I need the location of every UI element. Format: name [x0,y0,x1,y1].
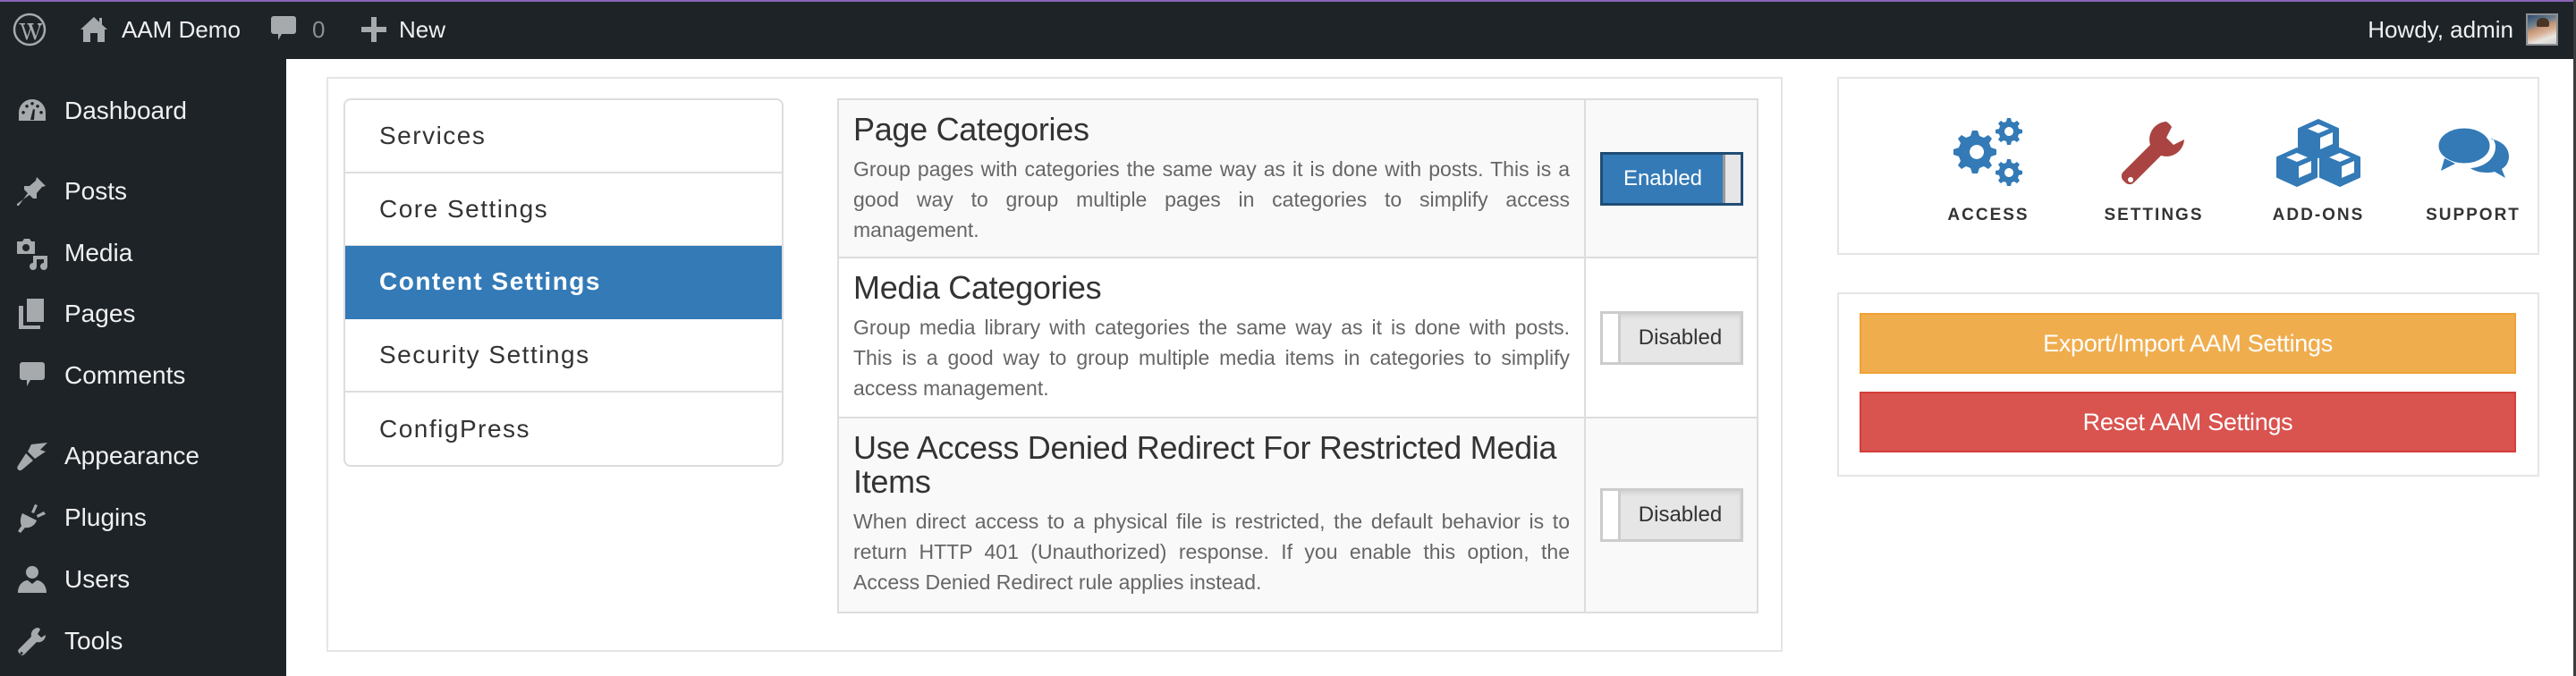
setting-row: Page Categories Group pages with categor… [839,100,1757,258]
sidebar-item-appearance[interactable]: Appearance [0,429,286,483]
tab-services[interactable]: Services [345,100,782,173]
media-categories-toggle[interactable]: Disabled [1599,310,1743,365]
paintbrush-icon [14,438,50,474]
setting-toggle-cell: Disabled [1586,258,1757,417]
setting-description-cell: Media Categories Group media library wit… [839,258,1586,417]
admin-bar: AAM Demo 0 New Howdy, admin [0,0,2576,59]
reset-settings-button[interactable]: Reset AAM Settings [1860,392,2516,452]
toggle-label: Disabled [1638,503,1723,527]
pages-icon [14,296,50,332]
sidebar-label: Posts [64,177,128,205]
comment-icon [14,358,50,393]
toggle-label: Disabled [1638,325,1723,350]
page-categories-toggle[interactable]: Enabled [1599,151,1743,206]
nav-label: SUPPORT [2426,206,2521,224]
sidebar-item-pages[interactable]: Pages [0,287,286,341]
sidebar-label: Plugins [64,503,147,531]
setting-toggle-cell: Enabled [1586,100,1757,257]
avatar [2526,13,2558,46]
toggle-handle [1602,491,1621,539]
wordpress-logo-link[interactable] [12,0,47,59]
setting-description: When direct access to a physical file is… [853,510,1570,594]
setting-title: Media Categories [853,269,1102,306]
sidebar-label: Pages [64,300,136,327]
wordpress-icon [13,13,47,46]
plugin-icon [14,500,50,536]
sidebar-label: Dashboard [64,97,187,124]
comments-link[interactable]: 0 [271,0,325,59]
wrench-icon [2120,113,2188,195]
tab-content-settings[interactable]: Content Settings [345,246,782,319]
site-name-link[interactable]: AAM Demo [79,0,241,59]
setting-description-cell: Use Access Denied Redirect For Restricte… [839,418,1586,612]
toggle-label: Enabled [1623,165,1703,190]
actions-panel: Export/Import AAM Settings Reset AAM Set… [1837,292,2539,477]
comments-count: 0 [312,15,326,43]
gears-icon [1950,113,2027,195]
sidebar-label: Appearance [64,442,200,469]
nav-add-ons[interactable]: ADD-ONS [2238,79,2399,253]
admin-sidebar: Dashboard Posts Media Pages Comments App… [0,59,286,676]
sidebar-item-plugins[interactable]: Plugins [0,491,286,545]
site-name: AAM Demo [122,15,241,43]
export-import-settings-button[interactable]: Export/Import AAM Settings [1860,313,2516,374]
cubes-icon [2275,113,2361,195]
window-top-accent [0,0,2576,2]
setting-description: Group media library with categories the … [853,316,1570,400]
sidebar-item-users[interactable]: Users [0,553,286,606]
nav-label: ACCESS [1947,206,2029,224]
sidebar-label: Users [64,565,131,593]
user-icon [14,562,50,597]
nav-settings[interactable]: SETTINGS [2073,79,2234,253]
sidebar-item-tools[interactable]: Tools [0,614,286,668]
sidebar-item-posts[interactable]: Posts [0,165,286,218]
setting-row: Use Access Denied Redirect For Restricte… [839,418,1757,612]
home-icon [80,17,107,42]
pushpin-icon [14,173,50,209]
plus-icon [361,17,386,42]
settings-tabs: Services Core Settings Content Settings … [343,98,784,467]
setting-description: Group pages with categories the same way… [853,157,1570,241]
greeting: Howdy, admin [2368,15,2513,43]
setting-toggle-cell: Disabled [1586,418,1757,612]
chat-bubbles-icon [2436,113,2511,195]
toggle-handle [1602,313,1621,362]
nav-label: SETTINGS [2104,206,2204,224]
dashboard-icon [14,93,50,129]
nav-support[interactable]: SUPPORT [2402,79,2545,253]
sidebar-label: Comments [64,361,186,389]
setting-row: Media Categories Group media library wit… [839,258,1757,418]
tab-security-settings[interactable]: Security Settings [345,319,782,393]
content-settings-table: Page Categories Group pages with categor… [837,98,1758,613]
sidebar-item-media[interactable]: Media [0,226,286,280]
media-icon [14,235,50,271]
nav-label: ADD-ONS [2272,206,2365,224]
new-content-link[interactable]: New [361,0,445,59]
nav-access[interactable]: ACCESS [1908,79,2069,253]
aam-navigation-panel: ACCESS SETTINGS ADD-ONS SUPPORT [1837,77,2539,255]
access-denied-redirect-toggle[interactable]: Disabled [1599,488,1743,542]
tab-configpress[interactable]: ConfigPress [345,393,782,465]
sidebar-label: Media [64,239,133,266]
sidebar-item-dashboard[interactable]: Dashboard [0,84,286,138]
sidebar-label: Tools [64,627,123,655]
comment-icon [271,16,296,40]
tab-core-settings[interactable]: Core Settings [345,173,782,247]
my-account-link[interactable]: Howdy, admin [2368,0,2558,59]
new-label: New [399,15,446,43]
wrench-icon [14,623,50,659]
toggle-handle [1722,154,1741,203]
sidebar-item-comments[interactable]: Comments [0,349,286,402]
setting-title: Page Categories [853,111,1089,148]
setting-title: Use Access Denied Redirect For Restricte… [853,429,1557,500]
setting-description-cell: Page Categories Group pages with categor… [839,100,1586,257]
